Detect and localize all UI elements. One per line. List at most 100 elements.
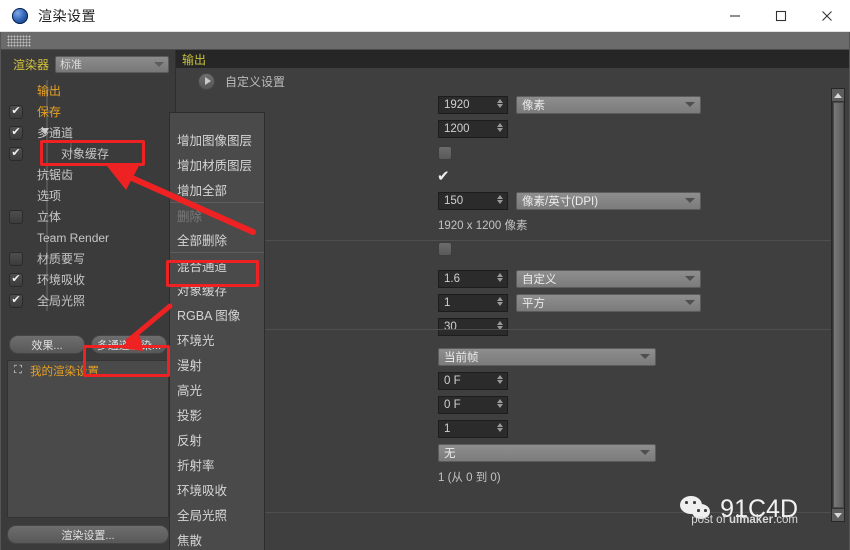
tree-item-label: 立体 [37, 210, 62, 224]
tree-row-antialiasing[interactable]: 抗锯齿 [1, 164, 175, 185]
tree-row-material-override[interactable]: 材质要写 [1, 248, 175, 269]
output-settings-panel: 输出 自定义设置 1920 像素 1200 ✔ 150 像素/英寸(DPI) 1… [176, 50, 849, 550]
menu-item-ambient[interactable]: 环境光 [170, 327, 264, 352]
width-input[interactable]: 1920 [438, 95, 508, 114]
menu-item-blend-channel[interactable]: 混合通道 [170, 252, 264, 277]
tree-row-options[interactable]: 选项 [1, 185, 175, 206]
menu-item-caustics[interactable]: 焦散 [170, 527, 264, 550]
multipass-channel-menu: 增加图像图层 增加材质图层 增加全部 删除 全部删除 混合通道 对象缓存 RGB… [169, 112, 265, 550]
scroll-down-button[interactable] [832, 509, 844, 521]
width-unit-value: 像素 [522, 99, 545, 112]
tree-row-multipass[interactable]: 多通道 [1, 122, 175, 143]
film-aspect-preset-dropdown[interactable]: 自定义 [516, 269, 701, 288]
chevron-down-icon [154, 61, 164, 67]
tree-row-team-render[interactable]: Team Render [1, 227, 175, 248]
multipass-render-button[interactable]: 多通道渲染... [91, 335, 167, 354]
menu-item-delete: 删除 [170, 202, 264, 227]
fps-input[interactable]: 30 [438, 317, 508, 336]
render-region-checkbox[interactable] [438, 241, 452, 256]
menu-item-add-material-layer[interactable]: 增加材质图层 [170, 152, 264, 177]
menu-item-shadow[interactable]: 投影 [170, 402, 264, 427]
chevron-down-icon [685, 102, 695, 107]
maximize-button[interactable] [758, 0, 804, 32]
spinner-icon[interactable] [497, 374, 503, 384]
checkbox-object-buffer[interactable] [9, 146, 23, 161]
adapt-data-checkbox[interactable]: ✔ [437, 169, 450, 184]
tree-row-ambient-occlusion[interactable]: 环境吸收 [1, 269, 175, 290]
lock-ratio-checkbox[interactable] [438, 145, 452, 160]
menu-item-add-image-layer[interactable]: 增加图像图层 [170, 127, 264, 152]
fields-dropdown[interactable]: 无 [438, 443, 656, 462]
close-button[interactable] [804, 0, 850, 32]
menu-item-add-all[interactable]: 增加全部 [170, 177, 264, 202]
frame-step-input[interactable]: 1 [438, 419, 508, 438]
tree-row-stereoscopic[interactable]: 立体 [1, 206, 175, 227]
spinner-icon[interactable] [497, 122, 503, 132]
spinner-icon[interactable] [497, 296, 503, 306]
title-bar: 渲染设置 [0, 0, 850, 32]
resolution-readout: 1920 x 1200 像素 [438, 219, 528, 232]
menu-item-refraction[interactable]: 折射率 [170, 452, 264, 477]
vertical-scrollbar[interactable] [831, 88, 845, 522]
tree-row-object-buffer[interactable]: 对象缓存 [1, 143, 175, 164]
frame-from-input[interactable]: 0 F [438, 371, 508, 390]
field-row-render-region [438, 238, 849, 259]
tree-row-save[interactable]: 保存 [1, 101, 175, 122]
spinner-icon[interactable] [497, 422, 503, 432]
film-aspect-input[interactable]: 1.6 [438, 269, 508, 288]
render-settings-button[interactable]: 渲染设置... [7, 525, 169, 544]
menu-item-ambient-occlusion[interactable]: 环境吸收 [170, 477, 264, 502]
menu-item-specular[interactable]: 高光 [170, 377, 264, 402]
frame-range-value: 当前帧 [444, 351, 479, 364]
resolution-input[interactable]: 150 [438, 191, 508, 210]
menu-item-reflection[interactable]: 反射 [170, 427, 264, 452]
checkbox-global-illumination[interactable] [9, 293, 23, 308]
menu-item-delete-all[interactable]: 全部删除 [170, 227, 264, 252]
spinner-icon[interactable] [497, 398, 503, 408]
scrollbar-thumb[interactable] [832, 102, 844, 508]
chevron-down-icon [640, 450, 650, 455]
checkbox-material-override[interactable] [9, 251, 23, 266]
checkbox-ambient-occlusion[interactable] [9, 272, 23, 287]
scroll-up-button[interactable] [832, 89, 844, 101]
checkbox-stereoscopic[interactable] [9, 209, 23, 224]
minimize-button[interactable] [712, 0, 758, 32]
pixel-aspect-input[interactable]: 1 [438, 293, 508, 312]
chevron-down-icon [685, 300, 695, 305]
drag-handle-icon[interactable] [7, 34, 31, 47]
preset-item-my-render-settings[interactable]: ⛶ 我的渲染设置 [8, 361, 168, 381]
spinner-icon[interactable] [497, 98, 503, 108]
checkbox-save[interactable] [9, 104, 23, 119]
effect-button[interactable]: 效果... [9, 335, 85, 354]
spinner-icon[interactable] [497, 272, 503, 282]
menu-item-global-illumination[interactable]: 全局光照 [170, 502, 264, 527]
resolution-unit-dropdown[interactable]: 像素/英寸(DPI) [516, 191, 701, 210]
frame-to-input[interactable]: 0 F [438, 395, 508, 414]
section-header: 输出 [176, 50, 849, 68]
checkbox-multipass[interactable] [9, 125, 23, 140]
window-title: 渲染设置 [38, 7, 96, 24]
watermark-sub-prefix: post of [691, 514, 729, 526]
fields-column: 1920 像素 1200 ✔ 150 像素/英寸(DPI) 1920 x 120… [176, 94, 849, 550]
height-input[interactable]: 1200 [438, 119, 508, 138]
chevron-down-icon [640, 354, 650, 359]
custom-settings-row[interactable]: 自定义设置 [176, 68, 849, 94]
renderer-dropdown[interactable]: 标准 [55, 55, 169, 73]
field-row-lock-ratio [438, 142, 849, 163]
frame-range-dropdown[interactable]: 当前帧 [438, 347, 656, 366]
width-value: 1920 [444, 98, 470, 111]
pixel-aspect-preset-dropdown[interactable]: 平方 [516, 293, 701, 312]
c4d-sphere-icon [12, 7, 28, 24]
fps-value: 30 [444, 320, 457, 333]
field-row-frame-from: 0 F [438, 370, 849, 391]
width-unit-dropdown[interactable]: 像素 [516, 95, 701, 114]
tree-row-global-illumination[interactable]: 全局光照 [1, 290, 175, 311]
tree-row-output[interactable]: 输出 [1, 80, 175, 101]
spinner-icon[interactable] [497, 194, 503, 204]
menu-item-rgba-image[interactable]: RGBA 图像 [170, 302, 264, 327]
menu-item-object-buffer[interactable]: 对象缓存 [170, 277, 264, 302]
disclosure-triangle-icon[interactable] [198, 72, 215, 90]
menu-item-diffuse[interactable]: 漫射 [170, 352, 264, 377]
divider [176, 240, 837, 241]
frame-step-value: 1 [444, 422, 451, 435]
